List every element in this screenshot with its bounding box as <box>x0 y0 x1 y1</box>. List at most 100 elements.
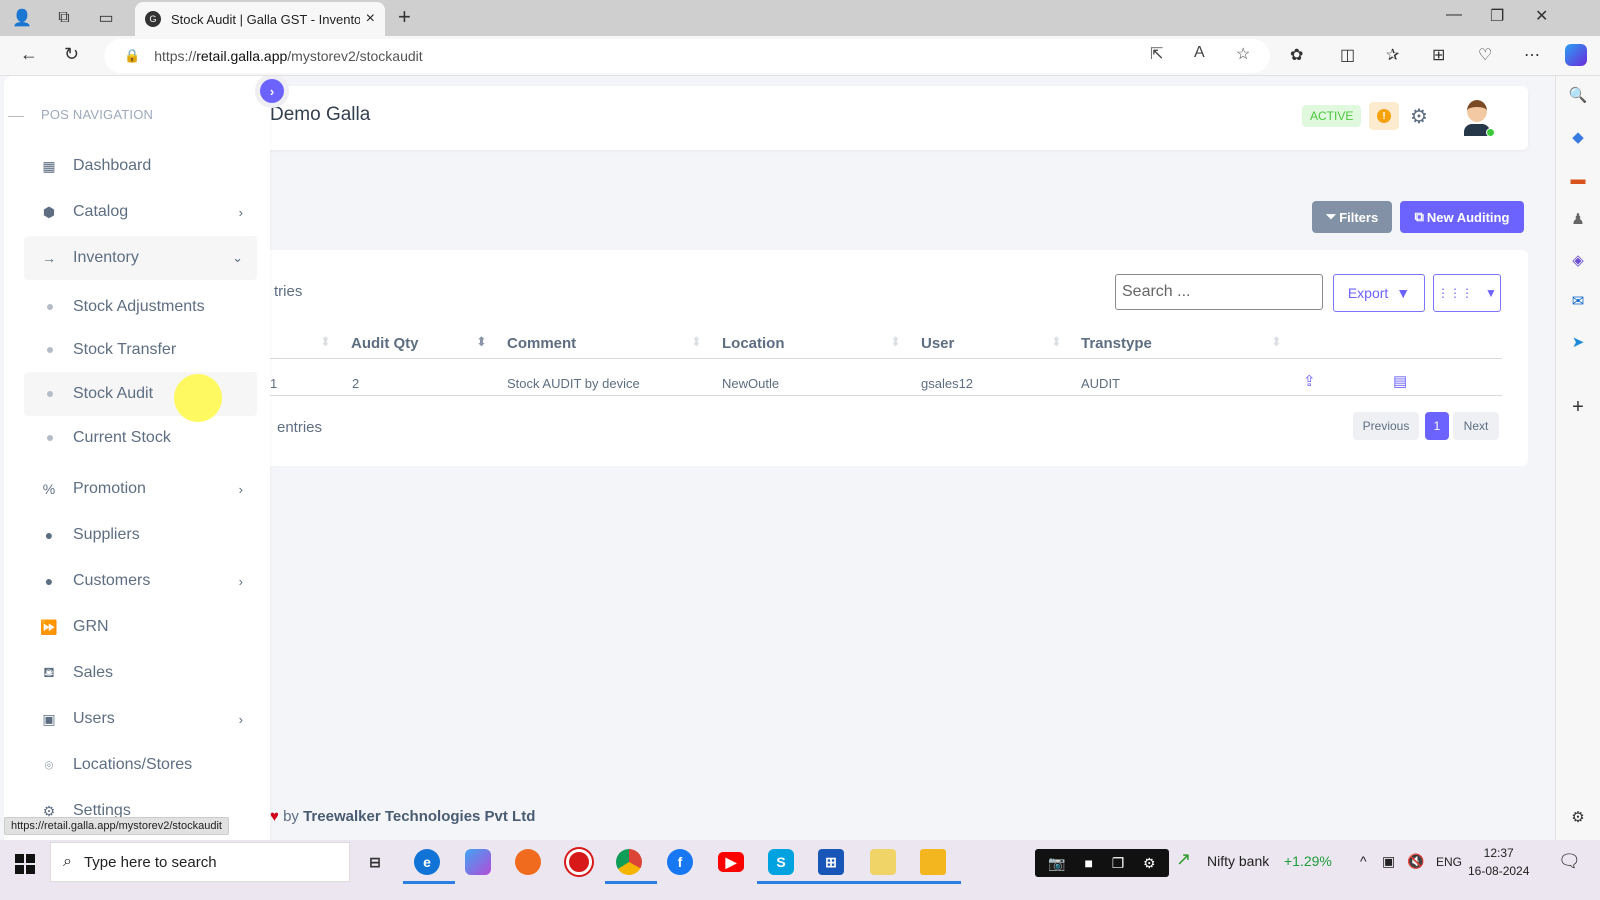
close-tab-icon[interactable]: × <box>366 10 375 28</box>
taskbar-clock[interactable]: 12:37 16-08-2024 <box>1468 844 1529 880</box>
file-explorer-icon[interactable] <box>920 849 946 875</box>
video-record-icon[interactable]: ■ <box>1085 855 1093 871</box>
sidebar-item-locations[interactable]: ⌾ Locations/Stores <box>24 743 257 787</box>
export-dropdown-button[interactable]: Export ▼ <box>1333 274 1425 312</box>
sort-desc-icon[interactable]: ⬍ <box>476 334 487 350</box>
outlook-icon[interactable]: ✉ <box>1567 290 1589 312</box>
sidebar-item-catalog[interactable]: ⬢ Catalog › <box>24 190 257 234</box>
split-screen-icon[interactable]: ◫ <box>1340 45 1355 65</box>
sidebar-item-promotion[interactable]: % Promotion › <box>24 467 257 511</box>
column-header-location[interactable]: Location <box>722 335 785 352</box>
refresh-icon[interactable]: ↻ <box>64 44 79 65</box>
sort-icon[interactable]: ⬍ <box>691 334 702 350</box>
edge-app-icon[interactable]: e <box>414 849 440 875</box>
copilot-icon[interactable] <box>1565 44 1587 66</box>
back-icon[interactable]: ← <box>20 44 38 65</box>
footer-company[interactable]: Treewalker Technologies Pvt Ltd <box>303 808 535 825</box>
sort-icon[interactable]: ⬍ <box>1271 334 1282 350</box>
sidebar-item-suppliers[interactable]: ● Suppliers <box>24 513 257 557</box>
taskbar-search-box[interactable]: ⌕ Type here to search <box>50 842 350 882</box>
column-header-comment[interactable]: Comment <box>507 335 576 352</box>
chevron-right-icon: › <box>238 573 243 589</box>
profile-icon[interactable]: 👤 <box>10 6 34 30</box>
close-window-icon[interactable]: ✕ <box>1535 6 1548 26</box>
screenshot-icon[interactable]: 📷 <box>1048 855 1065 872</box>
ticker-change[interactable]: +1.29% <box>1284 853 1332 869</box>
notifications-icon[interactable]: 🗨 <box>1558 851 1581 872</box>
side-panel-settings-icon[interactable]: ⚙ <box>1567 806 1589 828</box>
sidebar-item-stock-audit[interactable]: Stock Audit <box>24 372 257 416</box>
games-icon[interactable]: ♟ <box>1567 208 1589 230</box>
new-tab-icon[interactable]: + <box>398 4 411 30</box>
volume-muted-icon[interactable]: 🔇 <box>1407 853 1424 870</box>
user-avatar[interactable] <box>1460 98 1495 138</box>
sidebar-item-current-stock[interactable]: Current Stock <box>24 416 257 460</box>
tray-app-icon[interactable]: ▣ <box>1382 853 1395 870</box>
sidebar-item-inventory[interactable]: → Inventory ⌄ <box>24 236 257 280</box>
capture-settings-icon[interactable]: ⚙ <box>1143 855 1156 872</box>
column-header-user[interactable]: User <box>921 335 954 352</box>
microsoft365-icon[interactable]: ◈ <box>1567 249 1589 271</box>
windows-start-icon[interactable] <box>15 854 35 874</box>
minimize-icon[interactable]: — <box>1446 6 1462 24</box>
users-book-icon: ▣ <box>42 710 56 727</box>
copy-icon[interactable]: ❐ <box>1112 855 1125 872</box>
sidebar-item-stock-transfer[interactable]: Stock Transfer <box>24 328 257 372</box>
pagination-previous[interactable]: Previous <box>1353 412 1419 440</box>
facebook-app-icon[interactable]: f <box>667 849 693 875</box>
sort-icon[interactable]: ⬍ <box>890 334 901 350</box>
sort-icon[interactable]: ⬍ <box>1051 334 1062 350</box>
firefox-app-icon[interactable] <box>515 849 541 875</box>
column-visibility-button[interactable]: ⋮⋮⋮ ▼ <box>1433 274 1501 312</box>
sidebar-item-customers[interactable]: ● Customers › <box>24 559 257 603</box>
youtube-app-icon[interactable]: ▶ <box>718 852 744 872</box>
browser-tab-active[interactable]: G Stock Audit | Galla GST - Inventory × <box>135 2 385 36</box>
tray-expand-icon[interactable]: ^ <box>1360 853 1367 869</box>
skype-app-icon[interactable]: S <box>768 849 794 875</box>
column-header-audit-qty[interactable]: Audit Qty <box>351 335 419 352</box>
column-header-transtype[interactable]: Transtype <box>1081 335 1152 352</box>
sidebar-item-stock-adjustments[interactable]: Stock Adjustments <box>24 285 257 329</box>
address-bar[interactable]: 🔒 https://retail.galla.app/mystorev2/sto… <box>104 39 1270 73</box>
sidebar-item-grn[interactable]: ⏩ GRN <box>24 605 257 649</box>
browser-essentials-icon[interactable]: ♡ <box>1478 45 1492 65</box>
extensions-icon[interactable]: ✿ <box>1290 45 1303 65</box>
sidebar-item-sales[interactable]: ⛾ Sales <box>24 651 257 695</box>
workspaces-icon[interactable]: ⧉ <box>52 6 76 30</box>
open-in-app-icon[interactable]: ⇱ <box>1150 44 1163 64</box>
share-export-icon[interactable]: ⇪ <box>1303 372 1316 390</box>
more-menu-icon[interactable]: ⋯ <box>1524 45 1540 65</box>
copilot-app-icon[interactable] <box>465 849 491 875</box>
favorite-star-icon[interactable]: ☆ <box>1236 44 1250 64</box>
ticker-name[interactable]: Nifty bank <box>1207 853 1269 869</box>
new-auditing-button[interactable]: ⧉ New Auditing <box>1400 201 1524 233</box>
pagination-page-1[interactable]: 1 <box>1425 412 1449 440</box>
add-panel-icon[interactable]: + <box>1567 396 1589 418</box>
sidebar-item-users[interactable]: ▣ Users › <box>24 697 257 741</box>
vertical-tabs-icon[interactable]: ▭ <box>94 6 118 30</box>
chrome-app-icon[interactable] <box>616 849 642 875</box>
task-view-icon[interactable]: ⊟ <box>362 849 388 875</box>
restore-icon[interactable]: ❐ <box>1490 6 1504 26</box>
sidebar-item-dashboard[interactable]: ▦ Dashboard <box>24 144 257 188</box>
recorder-app-icon[interactable] <box>566 849 592 875</box>
table-search-input[interactable] <box>1115 274 1323 310</box>
sort-icon[interactable]: ⬍ <box>320 334 331 350</box>
view-details-icon[interactable]: ▤ <box>1393 372 1407 390</box>
favorites-icon[interactable]: ✰ <box>1386 45 1399 65</box>
tools-icon[interactable]: ▬ <box>1567 168 1589 190</box>
notification-button[interactable]: ! <box>1369 102 1399 130</box>
pagination-next[interactable]: Next <box>1453 412 1499 440</box>
filters-button[interactable]: ⏷ Filters <box>1312 201 1392 233</box>
send-icon[interactable]: ➤ <box>1567 331 1589 353</box>
collections-icon[interactable]: ⊞ <box>1432 45 1445 65</box>
add-copy-icon: ⧉ <box>1414 209 1424 224</box>
store-app-icon[interactable]: ⊞ <box>818 849 844 875</box>
sidebar-item-label: Stock Transfer <box>73 341 177 358</box>
notes-app-icon[interactable] <box>870 849 896 875</box>
settings-gear-icon[interactable]: ⚙ <box>1410 104 1428 129</box>
search-icon[interactable]: 🔍 <box>1567 84 1589 106</box>
read-aloud-icon[interactable]: A <box>1194 44 1205 62</box>
language-indicator[interactable]: ENG <box>1436 855 1462 869</box>
shopping-tag-icon[interactable]: ◆ <box>1567 126 1589 148</box>
